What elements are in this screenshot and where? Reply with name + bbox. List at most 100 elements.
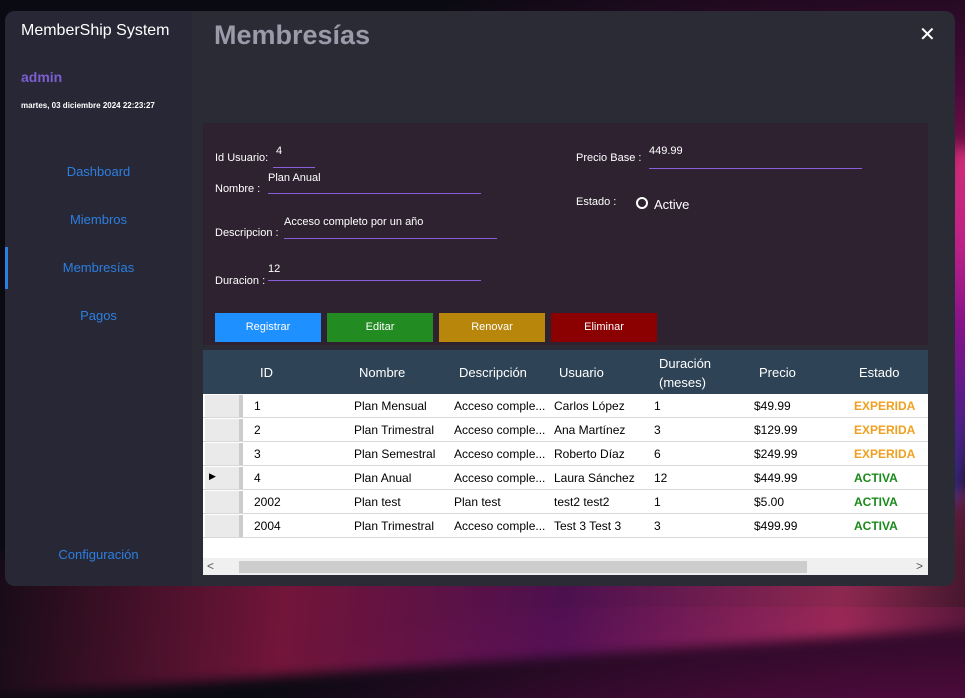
horizontal-scrollbar[interactable]: < > [203,558,928,575]
cell-desc[interactable]: Acceso comple... [454,519,545,533]
row-header[interactable] [205,419,243,441]
table-row[interactable]: 2004 Plan Trimestral Acceso comple... Test … [203,514,928,538]
cell-precio[interactable]: $249.99 [754,447,797,461]
scroll-left-icon[interactable]: < [207,559,214,573]
cell-precio[interactable]: $5.00 [754,495,784,509]
cell-estado[interactable]: EXPERIDA [854,423,915,437]
cell-nombre[interactable]: Plan Trimestral [354,519,434,533]
precio-base-underline [649,168,862,169]
cell-dur[interactable]: 12 [654,471,667,485]
estado-radio[interactable] [636,197,648,209]
cell-id[interactable]: 2 [254,423,261,437]
cell-nombre[interactable]: Plan test [354,495,401,509]
table-row[interactable]: 2002 Plan test Plan test test2 test2 1 $5.00 A… [203,490,928,514]
table-row[interactable]: ▶ 4 Plan Anual Acceso comple... Laura Sánche… [203,466,928,490]
datetime: martes, 03 diciembre 2024 22:23:27 [21,101,155,110]
nombre-field[interactable]: Plan Anual [268,172,321,184]
cell-nombre[interactable]: Plan Trimestral [354,423,434,437]
cell-precio[interactable]: $49.99 [754,399,791,413]
cell-usuario[interactable]: Test 3 Test 3 [554,519,621,533]
cell-id[interactable]: 2004 [254,519,281,533]
row-header[interactable] [205,395,243,417]
cell-desc[interactable]: Acceso comple... [454,471,545,485]
col-estado[interactable]: Estado [859,365,899,380]
cell-estado[interactable]: ACTIVA [854,519,898,533]
cell-precio[interactable]: $449.99 [754,471,797,485]
estado-radio-label[interactable]: Active [654,197,689,212]
col-duracion[interactable]: Duración [659,356,711,371]
cell-estado[interactable]: EXPERIDA [854,399,915,413]
cell-estado[interactable]: EXPERIDA [854,447,915,461]
cell-id[interactable]: 3 [254,447,261,461]
nav-membresias[interactable]: Membresías [5,260,192,275]
id-usuario-underline [273,167,315,168]
scroll-thumb[interactable] [239,561,807,573]
duracion-underline [268,280,481,281]
cell-nombre[interactable]: Plan Mensual [354,399,427,413]
descripcion-field[interactable]: Acceso completo por un año [284,216,423,228]
table-header: ID Nombre Descripción Usuario Duración (… [203,350,928,394]
cell-usuario[interactable]: Carlos López [554,399,625,413]
col-nombre[interactable]: Nombre [359,365,405,380]
cell-estado[interactable]: ACTIVA [854,495,898,509]
user-name: admin [21,69,63,85]
cell-desc[interactable]: Acceso comple... [454,399,545,413]
duracion-field[interactable]: 12 [268,263,280,275]
col-duracion-unit: (meses) [659,375,706,390]
cell-usuario[interactable]: test2 test2 [554,495,609,509]
app-title: MemberShip System [21,22,170,39]
col-id[interactable]: ID [260,365,273,380]
col-usuario[interactable]: Usuario [559,365,604,380]
nav-configuracion[interactable]: Configuración [5,547,192,562]
page-title: Membresías [214,20,371,50]
memberships-table: ID Nombre Descripción Usuario Duración (… [203,350,928,575]
cell-dur[interactable]: 6 [654,447,661,461]
eliminar-button[interactable]: Eliminar [551,313,657,342]
nav-miembros[interactable]: Miembros [5,212,192,227]
table-row[interactable]: 3 Plan Semestral Acceso comple... Roberto D… [203,442,928,466]
cell-dur[interactable]: 3 [654,423,661,437]
main-window: MemberShip System admin martes, 03 dicie… [5,11,955,586]
nav-pagos[interactable]: Pagos [5,308,192,323]
cell-desc[interactable]: Acceso comple... [454,447,545,461]
descripcion-underline [284,238,497,239]
col-precio[interactable]: Precio [759,365,796,380]
membership-form: Id Usuario: 4 Nombre : Plan Anual Descri… [203,123,928,345]
cell-dur[interactable]: 3 [654,519,661,533]
cell-usuario[interactable]: Ana Martínez [554,423,625,437]
cell-precio[interactable]: $499.99 [754,519,797,533]
col-descripcion[interactable]: Descripción [459,365,527,380]
estado-label: Estado : [576,196,617,208]
cell-desc[interactable]: Plan test [454,495,501,509]
cell-usuario[interactable]: Roberto Díaz [554,447,625,461]
sidebar: MemberShip System admin martes, 03 dicie… [5,11,192,586]
renovar-button[interactable]: Renovar [439,313,545,342]
cell-desc[interactable]: Acceso comple... [454,423,545,437]
precio-base-label: Precio Base : [576,152,642,164]
cell-nombre[interactable]: Plan Anual [354,471,411,485]
precio-base-field[interactable]: 449.99 [649,145,683,157]
cell-dur[interactable]: 1 [654,399,661,413]
cell-id[interactable]: 2002 [254,495,281,509]
registrar-button[interactable]: Registrar [215,313,321,342]
cell-usuario[interactable]: Laura Sánchez [554,471,635,485]
id-usuario-field[interactable]: 4 [276,145,282,157]
nombre-label: Nombre : [215,183,261,195]
table-row[interactable]: 2 Plan Trimestral Acceso comple... Ana Mart… [203,418,928,442]
cell-nombre[interactable]: Plan Semestral [354,447,435,461]
cell-id[interactable]: 4 [254,471,261,485]
row-header[interactable]: ▶ [205,467,243,489]
scroll-right-icon[interactable]: > [916,559,923,573]
close-icon[interactable]: ✕ [919,22,936,47]
nav-dashboard[interactable]: Dashboard [5,164,192,179]
current-row-indicator-icon: ▶ [209,471,216,481]
cell-id[interactable]: 1 [254,399,261,413]
row-header[interactable] [205,443,243,465]
row-header[interactable] [205,515,243,537]
editar-button[interactable]: Editar [327,313,433,342]
row-header[interactable] [205,491,243,513]
cell-estado[interactable]: ACTIVA [854,471,898,485]
cell-precio[interactable]: $129.99 [754,423,797,437]
table-row[interactable]: 1 Plan Mensual Acceso comple... Carlos Lópe… [203,394,928,418]
cell-dur[interactable]: 1 [654,495,661,509]
